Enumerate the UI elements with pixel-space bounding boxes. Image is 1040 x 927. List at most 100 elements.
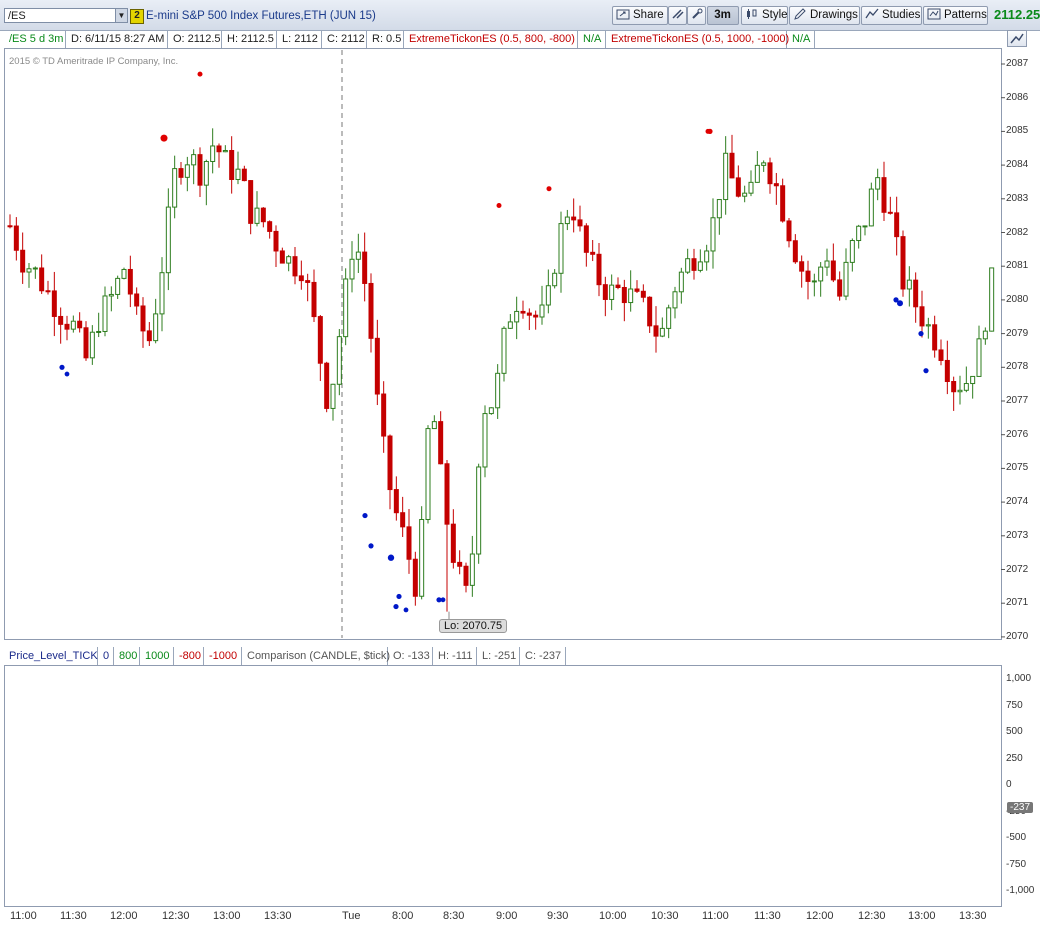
price-candle-body bbox=[108, 293, 114, 297]
price-candle-body bbox=[96, 330, 102, 333]
tick-study-label[interactable]: Price_Level_TICK bbox=[4, 647, 98, 665]
price-candle-body bbox=[691, 258, 697, 271]
time-axis-tick: 9:30 bbox=[547, 910, 569, 922]
price-candle-body bbox=[64, 323, 70, 330]
price-candle-body bbox=[678, 271, 684, 293]
price-candle-body bbox=[590, 251, 596, 255]
extreme-tick-low-dot bbox=[403, 607, 409, 613]
price-candle-body bbox=[51, 290, 57, 317]
price-candle-body bbox=[659, 327, 665, 337]
price-candle-body bbox=[387, 435, 393, 491]
time-axis-tick: 12:00 bbox=[806, 910, 834, 922]
price-candle-body bbox=[862, 225, 868, 228]
price-candle-body bbox=[58, 315, 64, 325]
tick-axis-tick: 0 bbox=[1006, 779, 1012, 790]
price-candle-body bbox=[279, 250, 285, 264]
price-candle-body bbox=[362, 251, 368, 284]
time-axis-tick: 10:00 bbox=[599, 910, 627, 922]
price-candle-body bbox=[710, 217, 716, 252]
price-axis-tick: 2081 bbox=[1006, 260, 1029, 272]
price-candle-body bbox=[704, 250, 710, 263]
price-candle-body bbox=[957, 389, 963, 393]
price-candle-body bbox=[450, 523, 456, 563]
price-candle-body bbox=[324, 362, 330, 409]
price-candle-body bbox=[849, 240, 855, 263]
price-candle-body bbox=[647, 296, 653, 327]
price-candle-body bbox=[463, 565, 469, 586]
price-candle-body bbox=[102, 295, 108, 332]
price-candle-body bbox=[526, 312, 532, 316]
price-candle-body bbox=[666, 307, 672, 329]
price-candle-body bbox=[273, 230, 279, 252]
price-candle-body bbox=[210, 145, 216, 162]
tick-axis-tick: 750 bbox=[1006, 699, 1023, 711]
price-candle-body bbox=[77, 320, 83, 329]
price-candle-body bbox=[792, 240, 798, 263]
price-candle-body bbox=[583, 225, 589, 253]
price-candle-body bbox=[843, 261, 849, 297]
price-candle-body bbox=[533, 314, 539, 318]
extreme-tick-low-dot bbox=[396, 593, 402, 600]
price-candle-body bbox=[368, 282, 374, 339]
tick-axis-tick: -500 bbox=[1006, 832, 1027, 843]
price-axis-tick: 2085 bbox=[1006, 125, 1029, 137]
price-axis-tick: 2072 bbox=[1006, 563, 1029, 575]
price-candle-body bbox=[507, 321, 513, 329]
price-candle-body bbox=[292, 256, 298, 277]
price-candle-body bbox=[216, 145, 222, 153]
price-candle-body bbox=[735, 177, 741, 197]
price-candle-body bbox=[868, 188, 874, 227]
comparison-label[interactable]: Comparison (CANDLE, $tick) bbox=[242, 647, 390, 665]
level-1000: 1000 bbox=[140, 647, 174, 665]
price-candle-body bbox=[438, 421, 444, 465]
price-candle-body bbox=[913, 279, 919, 308]
price-candle-body bbox=[70, 320, 76, 330]
tick-low: L: -251 bbox=[477, 647, 520, 665]
price-candle-body bbox=[558, 223, 564, 274]
price-candle-body bbox=[83, 327, 89, 359]
tick-axis-tick: -750 bbox=[1006, 858, 1027, 870]
time-axis-tick: 11:30 bbox=[60, 910, 87, 922]
tick-pane[interactable] bbox=[4, 665, 1002, 907]
price-candle-body bbox=[818, 266, 824, 282]
current-tick-value: -237 bbox=[1007, 802, 1034, 813]
price-candle-body bbox=[153, 313, 159, 342]
time-axis-tick: 13:30 bbox=[264, 910, 292, 922]
level-zero: 0 bbox=[98, 647, 114, 665]
time-axis-tick: 13:00 bbox=[908, 910, 936, 922]
price-candle-body bbox=[767, 162, 773, 185]
price-candle-body bbox=[571, 216, 577, 221]
price-candle-body bbox=[786, 220, 792, 242]
extreme-tick-high-dot bbox=[707, 128, 713, 134]
tick-high: H: -111 bbox=[433, 647, 477, 665]
price-candle-body bbox=[336, 336, 342, 385]
tick-open: O: -133 bbox=[388, 647, 433, 665]
price-axis-tick: 2086 bbox=[1006, 91, 1029, 103]
price-candle-body bbox=[482, 413, 488, 468]
extreme-tick-low-dot bbox=[387, 554, 395, 561]
price-candle-body bbox=[32, 267, 38, 270]
price-candle-body bbox=[932, 324, 938, 351]
price-axis-tick: 2074 bbox=[1006, 496, 1029, 508]
time-axis-tick: 13:00 bbox=[213, 910, 241, 922]
tick-axis-tick: -1,000 bbox=[1006, 885, 1035, 896]
extreme-tick-low-dot bbox=[368, 543, 374, 549]
price-candle-body bbox=[925, 324, 931, 327]
price-candle-body bbox=[564, 216, 570, 225]
low-price-label: Lo: 2070.75 bbox=[439, 619, 508, 633]
level-minus-800: -800 bbox=[174, 647, 204, 665]
price-candle-body bbox=[343, 278, 349, 338]
price-candle-body bbox=[748, 181, 754, 194]
price-candle-body bbox=[349, 258, 355, 280]
time-axis-tick: 13:30 bbox=[959, 910, 987, 922]
price-candle-body bbox=[685, 258, 691, 273]
price-candle-body bbox=[596, 253, 602, 286]
price-candle-body bbox=[7, 225, 13, 228]
tick-axis-tick: 250 bbox=[1006, 752, 1023, 764]
price-candle-body bbox=[197, 154, 203, 186]
price-candle-body bbox=[134, 293, 140, 307]
price-candle-body bbox=[178, 168, 184, 178]
extreme-tick-low-dot bbox=[393, 603, 399, 610]
price-candle-body bbox=[444, 463, 450, 525]
price-candle-body bbox=[906, 279, 912, 290]
